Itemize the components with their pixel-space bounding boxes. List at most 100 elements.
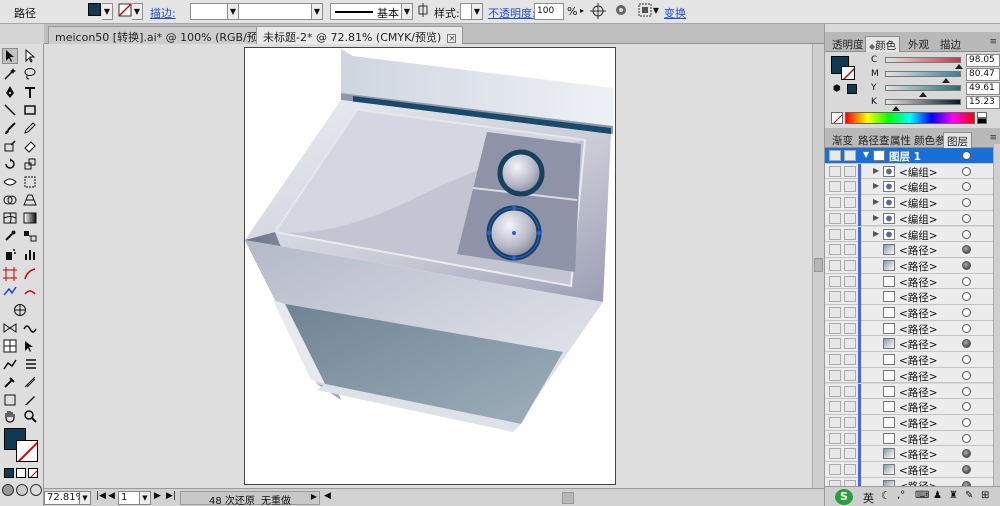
layer-row[interactable]: <路径>: [825, 430, 993, 447]
target-icon[interactable]: [962, 386, 971, 396]
zoom-field[interactable]: 72.81%: [44, 491, 85, 505]
rotate-tool-icon[interactable]: [2, 156, 18, 172]
stroke-link[interactable]: 描边:: [150, 5, 176, 21]
lock-toggle[interactable]: [844, 322, 856, 334]
graphic-style-dropdown[interactable]: ▼: [472, 3, 483, 20]
tab-gradient[interactable]: 渐变: [829, 132, 856, 148]
paintbrush-tool-icon[interactable]: [2, 120, 18, 136]
artboard-field[interactable]: 1: [118, 491, 140, 505]
layer-row[interactable]: <路径>: [825, 320, 993, 337]
target-icon[interactable]: [962, 323, 971, 333]
none-mode-button[interactable]: [28, 468, 38, 478]
cyan-slider[interactable]: [885, 57, 961, 63]
align-icon[interactable]: [416, 3, 433, 20]
cyan-value-input[interactable]: 98.05: [966, 54, 1000, 67]
rectangle-tool-icon[interactable]: [22, 102, 38, 118]
tab-layers[interactable]: 图层: [943, 132, 972, 148]
layer-row[interactable]: <路径>: [825, 273, 993, 290]
color-mode-button[interactable]: [4, 468, 14, 478]
lock-toggle[interactable]: [844, 432, 856, 444]
close-icon[interactable]: ×: [447, 34, 457, 44]
yellow-slider[interactable]: [885, 85, 961, 91]
visibility-icon[interactable]: [829, 338, 841, 350]
chevron-right-icon[interactable]: ▶: [873, 229, 879, 238]
yellow-slider-thumb[interactable]: [919, 92, 927, 97]
lock-toggle[interactable]: [844, 212, 856, 224]
last-color-swatch[interactable]: [847, 84, 857, 94]
input-method-label[interactable]: 英: [863, 490, 874, 506]
stroke-dropdown[interactable]: ▼: [132, 3, 143, 20]
shirt-icon[interactable]: ♜: [949, 490, 958, 501]
moon-icon[interactable]: ☾: [881, 489, 891, 502]
line-tool-icon[interactable]: [2, 102, 18, 118]
graph-tool-icon[interactable]: [2, 356, 18, 372]
target-icon[interactable]: [962, 370, 971, 380]
visibility-icon[interactable]: [829, 354, 841, 366]
type-tool-icon[interactable]: [22, 84, 38, 100]
brush-definition[interactable]: 基本: [330, 3, 402, 20]
layer-name[interactable]: <路径>: [899, 353, 938, 368]
layer-name[interactable]: 图层 1: [889, 149, 921, 164]
free-transform-tool-icon[interactable]: [22, 174, 38, 190]
layer-name[interactable]: <路径>: [899, 432, 938, 447]
target-icon[interactable]: [962, 308, 971, 317]
target-icon[interactable]: [962, 229, 971, 239]
layer-row[interactable]: <路径>: [825, 257, 993, 274]
lock-toggle[interactable]: [844, 448, 856, 460]
visibility-icon[interactable]: [829, 181, 841, 193]
blend-tool-icon[interactable]: [22, 228, 38, 244]
vertical-scrollbar[interactable]: [812, 44, 824, 488]
punctuation-icon[interactable]: ,°: [897, 490, 905, 501]
scroll-thumb[interactable]: [814, 258, 823, 272]
layer-row-top[interactable]: ▼ 图层 1: [825, 148, 993, 164]
layer-name[interactable]: <路径>: [899, 290, 938, 305]
layer-row[interactable]: <路径>: [825, 289, 993, 305]
panel-menu-icon[interactable]: ≡: [989, 37, 997, 47]
warp-tool-icon[interactable]: [22, 320, 38, 336]
fill-dropdown[interactable]: ▼: [102, 3, 113, 20]
width-profile-tool-icon[interactable]: [2, 320, 18, 336]
chevron-right-icon[interactable]: ▶: [873, 213, 879, 222]
layer-name[interactable]: <路径>: [899, 243, 938, 258]
stroke-weight-input[interactable]: [190, 3, 228, 20]
brush-dropdown[interactable]: ▼: [402, 3, 413, 20]
visibility-icon[interactable]: [829, 385, 841, 397]
hand-tool-icon[interactable]: [12, 302, 28, 318]
lock-toggle[interactable]: [844, 244, 856, 256]
layer-name[interactable]: <路径>: [899, 447, 938, 462]
knife-tool-icon[interactable]: [22, 392, 38, 408]
magic-wand-tool-icon[interactable]: [2, 66, 18, 82]
tab-color[interactable]: ◆颜色: [865, 36, 901, 52]
magenta-value-input[interactable]: 80.47: [966, 68, 1000, 81]
washer-artwork[interactable]: [245, 48, 617, 486]
target-icon[interactable]: [962, 182, 971, 192]
layer-row[interactable]: ▶ <编组>: [825, 179, 993, 196]
visibility-icon[interactable]: [829, 322, 841, 334]
lock-toggle[interactable]: [844, 150, 856, 161]
layer-row[interactable]: <路径>: [825, 242, 993, 258]
perspective-grid-tool-icon[interactable]: [22, 192, 38, 208]
layer-name[interactable]: <编组>: [899, 212, 938, 227]
tab-stroke[interactable]: 描边: [937, 36, 964, 52]
opacity-link[interactable]: 不透明度:: [488, 5, 536, 21]
visibility-icon[interactable]: [829, 291, 841, 303]
layer-name[interactable]: <路径>: [899, 306, 938, 321]
lock-toggle[interactable]: [844, 291, 856, 303]
artboard-dropdown[interactable]: ▼: [140, 491, 151, 505]
layer-name[interactable]: <路径>: [899, 385, 938, 400]
target-icon[interactable]: [962, 292, 971, 302]
recolor-artwork-icon[interactable]: [590, 3, 607, 20]
target-icon[interactable]: [962, 151, 971, 160]
layer-name[interactable]: <编组>: [899, 196, 938, 211]
lock-toggle[interactable]: [844, 228, 856, 240]
black-swatch[interactable]: [977, 118, 987, 124]
prev-artboard-icon[interactable]: ◀: [108, 491, 115, 501]
gradient-mode-button[interactable]: [16, 468, 26, 478]
layer-name[interactable]: <路径>: [899, 400, 938, 415]
eraser-variant-tool-icon[interactable]: [2, 284, 18, 300]
lock-toggle[interactable]: [844, 416, 856, 428]
lasso-tool-icon[interactable]: [22, 66, 38, 82]
grid-icon[interactable]: ⊞: [981, 490, 989, 501]
layer-name[interactable]: <路径>: [899, 416, 938, 431]
layer-name[interactable]: <路径>: [899, 322, 938, 337]
